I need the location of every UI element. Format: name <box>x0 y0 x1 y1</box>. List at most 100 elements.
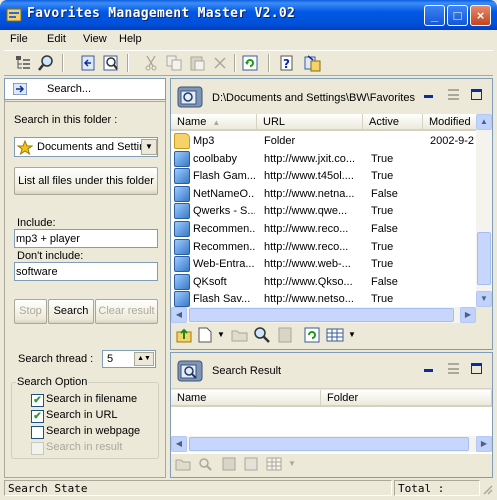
result-view-dropdown-icon[interactable]: ▼ <box>288 459 296 468</box>
column-url[interactable]: URL <box>257 114 363 131</box>
result-properties-icon[interactable] <box>222 457 236 471</box>
thread-value: 5 <box>107 353 114 365</box>
export-icon[interactable] <box>302 53 322 73</box>
favorites-list[interactable]: Name ▲ URL Active Modified Mp3 Folder 2002-… <box>171 114 476 307</box>
refresh-icon[interactable] <box>240 53 260 73</box>
cut-icon[interactable] <box>141 53 161 73</box>
webpage-option-label[interactable]: Search in webpage <box>46 425 140 437</box>
refresh-list-icon[interactable] <box>304 327 320 343</box>
favorites-hscroll[interactable]: ◀ ▶ <box>171 307 476 323</box>
favorites-vscroll[interactable]: ▲ ▼ <box>476 114 492 307</box>
back-icon[interactable] <box>78 53 98 73</box>
scroll-thumb[interactable] <box>477 232 491 285</box>
column-name[interactable]: Name ▲ <box>171 114 257 131</box>
folder-select[interactable]: Documents and Settin ▼ <box>14 137 158 157</box>
paste-icon[interactable] <box>187 53 207 73</box>
table-row[interactable]: Flash Gam... http://www.t45ol.... True <box>171 168 476 185</box>
webpage-checkbox[interactable] <box>31 426 44 439</box>
table-row[interactable]: NetNameO... http://www.netna... False <box>171 185 476 203</box>
locate-result-icon[interactable] <box>198 457 216 471</box>
cell-url: http://www.jxit.co... <box>264 152 356 165</box>
filename-option-label[interactable]: Search in filename <box>46 393 137 405</box>
thread-spinner[interactable]: 5 ▲▼ <box>102 350 156 368</box>
column-active[interactable]: Active <box>363 114 423 131</box>
minimize-panel-icon[interactable] <box>424 95 433 98</box>
table-row[interactable]: Web-Entra... http://www.web-... True <box>171 256 476 273</box>
table-row[interactable]: coolbaby http://www.jxit.co... True <box>171 150 476 168</box>
menu-view[interactable]: View <box>83 33 107 45</box>
menu-file[interactable]: File <box>10 33 28 45</box>
open-folder-icon[interactable] <box>231 327 249 343</box>
hscroll-thumb[interactable] <box>189 308 454 322</box>
status-bar: Search State Total : <box>4 480 493 496</box>
exclude-label: Don't include: <box>17 250 84 262</box>
cell-active: False <box>371 223 398 235</box>
view-dropdown-icon[interactable]: ▼ <box>348 330 356 339</box>
result-scroll-left-icon[interactable]: ◀ <box>171 436 187 452</box>
result-column-folder[interactable]: Folder <box>321 390 492 407</box>
url-option-label[interactable]: Search in URL <box>46 409 118 421</box>
result-option-label[interactable]: Search in result <box>46 441 122 453</box>
table-row[interactable]: Flash Sav... http://www.netso... True <box>171 291 476 307</box>
scroll-left-icon[interactable]: ◀ <box>171 307 187 323</box>
search-icon[interactable] <box>101 53 121 73</box>
properties-icon[interactable] <box>278 327 292 343</box>
cell-url: Folder <box>264 135 296 147</box>
dropdown-arrow-icon[interactable]: ▼ <box>141 139 157 155</box>
cell-active: True <box>371 205 394 218</box>
list-all-button[interactable]: List all files under this folder <box>14 167 158 195</box>
new-dropdown-icon[interactable]: ▼ <box>217 330 225 339</box>
title-bar[interactable]: Favorites Management Master V2.02 _ □ × <box>0 0 497 30</box>
tree-view-icon[interactable] <box>13 53 33 73</box>
maximize-button[interactable]: □ <box>447 5 468 26</box>
filename-checkbox[interactable]: ✔ <box>31 394 44 407</box>
up-folder-icon[interactable] <box>176 327 192 343</box>
spin-arrows-icon[interactable]: ▲▼ <box>134 352 154 366</box>
minimize-result-icon[interactable] <box>424 369 433 372</box>
new-file-icon[interactable] <box>198 327 212 343</box>
close-button[interactable]: × <box>470 5 491 26</box>
restore-result-icon[interactable] <box>448 363 459 374</box>
scroll-down-icon[interactable]: ▼ <box>476 291 492 307</box>
maximize-panel-icon[interactable] <box>471 89 482 100</box>
include-input[interactable] <box>14 229 158 248</box>
search-go-button[interactable]: Search... <box>4 78 166 100</box>
menu-help[interactable]: Help <box>119 33 142 45</box>
url-checkbox[interactable]: ✔ <box>31 410 44 423</box>
exclude-input[interactable] <box>14 262 158 281</box>
result-scroll-right-icon[interactable]: ▶ <box>476 436 492 452</box>
cell-active: True <box>371 293 394 306</box>
menu-edit[interactable]: Edit <box>47 33 66 45</box>
delete-icon[interactable] <box>210 53 230 73</box>
result-checkbox[interactable] <box>31 442 44 455</box>
scroll-up-icon[interactable]: ▲ <box>476 114 492 130</box>
clear-result-button[interactable]: Clear result <box>95 299 158 324</box>
result-column-name[interactable]: Name <box>171 390 321 407</box>
maximize-result-icon[interactable] <box>471 363 482 374</box>
ie-icon <box>174 185 190 202</box>
minimize-button[interactable]: _ <box>424 5 445 26</box>
restore-panel-icon[interactable] <box>448 89 459 100</box>
table-row[interactable]: Recommen... http://www.reco... True <box>171 238 476 256</box>
open-result-icon[interactable] <box>175 457 191 471</box>
table-row[interactable]: Mp3 Folder 2002-9-2 <box>171 133 476 150</box>
result-export-icon[interactable] <box>244 457 258 471</box>
column-modified[interactable]: Modified <box>423 114 476 131</box>
resize-grip-icon[interactable] <box>481 483 493 495</box>
table-row[interactable]: Qwerks - S... http://www.qwe... True <box>171 203 476 220</box>
view-details-icon[interactable] <box>326 327 344 343</box>
search-button[interactable]: Search <box>48 299 94 324</box>
result-view-icon[interactable] <box>266 457 282 471</box>
result-hscroll[interactable]: ◀ ▶ <box>171 436 492 452</box>
table-row[interactable]: Recommen... http://www.reco... False <box>171 221 476 238</box>
help-icon[interactable]: ? <box>278 53 298 73</box>
table-row[interactable]: QKsoft http://www.Qkso... False <box>171 273 476 291</box>
app-icon[interactable] <box>6 7 22 23</box>
scroll-right-icon[interactable]: ▶ <box>460 307 476 323</box>
find-icon[interactable] <box>36 53 56 73</box>
stop-button[interactable]: Stop <box>14 299 47 324</box>
magnify-icon[interactable] <box>254 327 270 343</box>
result-hscroll-thumb[interactable] <box>189 437 469 451</box>
copy-icon[interactable] <box>164 53 184 73</box>
folder-icon <box>174 133 190 149</box>
